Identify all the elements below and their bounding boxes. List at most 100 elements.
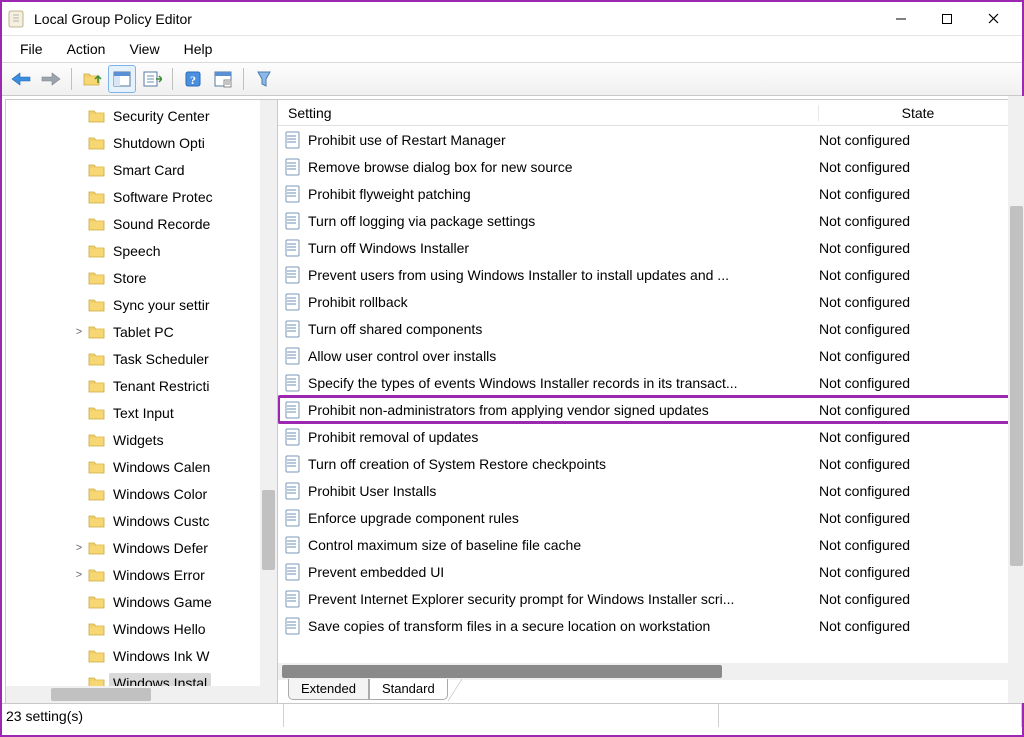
tree-item[interactable]: >Windows Defer [88, 534, 277, 561]
setting-state: Not configured [817, 213, 1018, 229]
tree-item[interactable]: Widgets [88, 426, 277, 453]
help-button[interactable]: ? [179, 65, 207, 93]
folder-icon [88, 513, 106, 529]
properties-button[interactable] [209, 65, 237, 93]
tree-item[interactable]: Sound Recorde [88, 210, 277, 237]
setting-name: Prohibit User Installs [308, 483, 436, 499]
setting-row[interactable]: Prevent embedded UINot configured [278, 558, 1018, 585]
policy-icon [284, 131, 302, 149]
tab-standard[interactable]: Standard [369, 679, 448, 700]
setting-state: Not configured [817, 618, 1018, 634]
setting-name: Specify the types of events Windows Inst… [308, 375, 738, 391]
chevron-right-icon[interactable]: > [72, 569, 86, 581]
toolbar-separator [172, 68, 173, 90]
tree-item[interactable]: Security Center [88, 102, 277, 129]
forward-button[interactable] [37, 65, 65, 93]
setting-name: Prevent users from using Windows Install… [308, 267, 729, 283]
setting-row[interactable]: Turn off creation of System Restore chec… [278, 450, 1018, 477]
setting-name: Prevent embedded UI [308, 564, 444, 580]
tree-item[interactable]: Tenant Restricti [88, 372, 277, 399]
tree-item[interactable]: Text Input [88, 399, 277, 426]
tree-item[interactable]: Shutdown Opti [88, 129, 277, 156]
setting-row[interactable]: Save copies of transform files in a secu… [278, 612, 1018, 639]
tree-item[interactable]: Windows Game [88, 588, 277, 615]
setting-row[interactable]: Prohibit User Installs Not configured [278, 477, 1018, 504]
tree-item[interactable]: Software Protec [88, 183, 277, 210]
up-button[interactable] [78, 65, 106, 93]
tree-item[interactable]: Windows Hello [88, 615, 277, 642]
tree-item[interactable]: >Tablet PC [88, 318, 277, 345]
setting-row[interactable]: Turn off shared componentsNot configured [278, 315, 1018, 342]
setting-row[interactable]: Control maximum size of baseline file ca… [278, 531, 1018, 558]
tree-item[interactable]: Sync your settir [88, 291, 277, 318]
tab-extended[interactable]: Extended [288, 679, 369, 700]
policy-icon [284, 482, 302, 500]
list-horizontal-scrollbar[interactable] [278, 663, 1018, 680]
setting-state: Not configured [817, 510, 1018, 526]
filter-button[interactable] [250, 65, 278, 93]
column-state[interactable]: State [819, 105, 1018, 121]
policy-icon [284, 428, 302, 446]
setting-row[interactable]: Prohibit use of Restart ManagerNot confi… [278, 126, 1018, 153]
setting-row[interactable]: Enforce upgrade component rulesNot confi… [278, 504, 1018, 531]
tree-horizontal-scrollbar[interactable] [6, 686, 277, 703]
setting-row[interactable]: Prohibit removal of updatesNot configure… [278, 423, 1018, 450]
folder-icon [88, 324, 106, 340]
tree-item-label: Windows Hello [109, 619, 210, 639]
status-cell [719, 704, 1022, 727]
window-title: Local Group Policy Editor [34, 11, 878, 27]
tree-item[interactable]: Windows Calen [88, 453, 277, 480]
menu-help[interactable]: Help [174, 39, 223, 59]
policy-icon [284, 266, 302, 284]
show-tree-button[interactable] [108, 65, 136, 93]
maximize-button[interactable] [924, 4, 970, 34]
tree-item[interactable]: Task Scheduler [88, 345, 277, 372]
chevron-right-icon[interactable]: > [72, 326, 86, 338]
tree-item-label: Shutdown Opti [109, 133, 209, 153]
folder-icon [88, 621, 106, 637]
details-vertical-scrollbar[interactable] [1008, 96, 1024, 703]
tree-item[interactable]: Windows Ink W [88, 642, 277, 669]
content-area: Security CenterShutdown OptiSmart CardSo… [2, 96, 1022, 704]
statusbar: 23 setting(s) [2, 704, 1022, 727]
minimize-button[interactable] [878, 4, 924, 34]
column-setting[interactable]: Setting [278, 105, 819, 121]
setting-row[interactable]: Prevent Internet Explorer security promp… [278, 585, 1018, 612]
export-button[interactable] [138, 65, 166, 93]
setting-row[interactable]: Specify the types of events Windows Inst… [278, 369, 1018, 396]
setting-row[interactable]: Prohibit rollbackNot configured [278, 288, 1018, 315]
setting-name: Prevent Internet Explorer security promp… [308, 591, 734, 607]
setting-state: Not configured [817, 375, 1018, 391]
tree-item[interactable]: >Windows Error [88, 561, 277, 588]
menu-view[interactable]: View [119, 39, 169, 59]
menu-action[interactable]: Action [57, 39, 116, 59]
back-button[interactable] [7, 65, 35, 93]
tree-vertical-scrollbar[interactable] [260, 100, 277, 686]
setting-row[interactable]: Prohibit non-administrators from applyin… [278, 396, 1018, 423]
tree-item[interactable]: Speech [88, 237, 277, 264]
setting-name: Turn off creation of System Restore chec… [308, 456, 606, 472]
folder-icon [88, 270, 106, 286]
setting-state: Not configured [817, 348, 1018, 364]
window-controls [878, 4, 1016, 34]
setting-row[interactable]: Remove browse dialog box for new sourceN… [278, 153, 1018, 180]
tree-item[interactable]: Windows Custc [88, 507, 277, 534]
setting-row[interactable]: Allow user control over installsNot conf… [278, 342, 1018, 369]
setting-row[interactable]: Turn off logging via package settingsNot… [278, 207, 1018, 234]
tree-item[interactable]: Smart Card [88, 156, 277, 183]
tree-item-label: Text Input [109, 403, 178, 423]
policy-icon [284, 455, 302, 473]
tree-item[interactable]: Windows Color [88, 480, 277, 507]
chevron-right-icon[interactable]: > [72, 542, 86, 554]
folder-icon [88, 459, 106, 475]
close-button[interactable] [970, 4, 1016, 34]
setting-state: Not configured [817, 591, 1018, 607]
setting-state: Not configured [817, 240, 1018, 256]
setting-state: Not configured [817, 483, 1018, 499]
policy-icon [284, 563, 302, 581]
setting-row[interactable]: Prohibit flyweight patchingNot configure… [278, 180, 1018, 207]
menu-file[interactable]: File [10, 39, 53, 59]
setting-row[interactable]: Turn off Windows InstallerNot configured [278, 234, 1018, 261]
setting-row[interactable]: Prevent users from using Windows Install… [278, 261, 1018, 288]
tree-item[interactable]: Store [88, 264, 277, 291]
